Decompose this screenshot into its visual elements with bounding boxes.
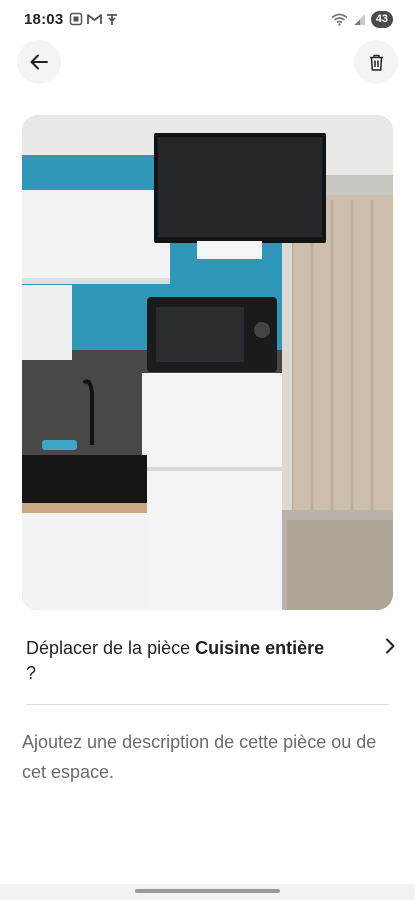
gmail-icon bbox=[87, 14, 103, 24]
move-room-suffix: ? bbox=[26, 663, 37, 683]
status-bar: 18:03 43 bbox=[0, 0, 415, 38]
divider bbox=[26, 704, 389, 705]
top-nav bbox=[0, 40, 415, 86]
status-left: 18:03 bbox=[24, 11, 118, 28]
move-room-row[interactable]: Déplacer de la pièce Cuisine entière ? bbox=[26, 636, 396, 686]
delete-button[interactable] bbox=[354, 40, 398, 84]
status-time: 18:03 bbox=[24, 10, 64, 28]
room-name: Cuisine entière bbox=[195, 638, 325, 658]
move-room-text: Déplacer de la pièce Cuisine entière ? bbox=[26, 636, 326, 686]
screenshot-icon bbox=[70, 12, 83, 26]
room-photo[interactable] bbox=[22, 115, 393, 610]
battery-indicator: 43 bbox=[370, 10, 393, 28]
description-field[interactable]: Ajoutez une description de cette pièce o… bbox=[22, 727, 392, 787]
move-room-prefix: Déplacer de la pièce bbox=[26, 638, 196, 658]
arrow-left-icon bbox=[30, 54, 48, 70]
home-indicator[interactable] bbox=[135, 889, 280, 893]
room-photo-image bbox=[22, 115, 393, 610]
antenna-icon bbox=[107, 13, 118, 25]
chevron-right-icon bbox=[386, 638, 395, 654]
back-button[interactable] bbox=[17, 40, 61, 84]
notification-icons bbox=[69, 12, 118, 26]
wifi-icon bbox=[331, 13, 348, 26]
system-nav-bar bbox=[0, 884, 415, 900]
trash-icon bbox=[369, 54, 383, 71]
signal-icon bbox=[353, 13, 365, 25]
status-right: 43 bbox=[331, 10, 393, 28]
